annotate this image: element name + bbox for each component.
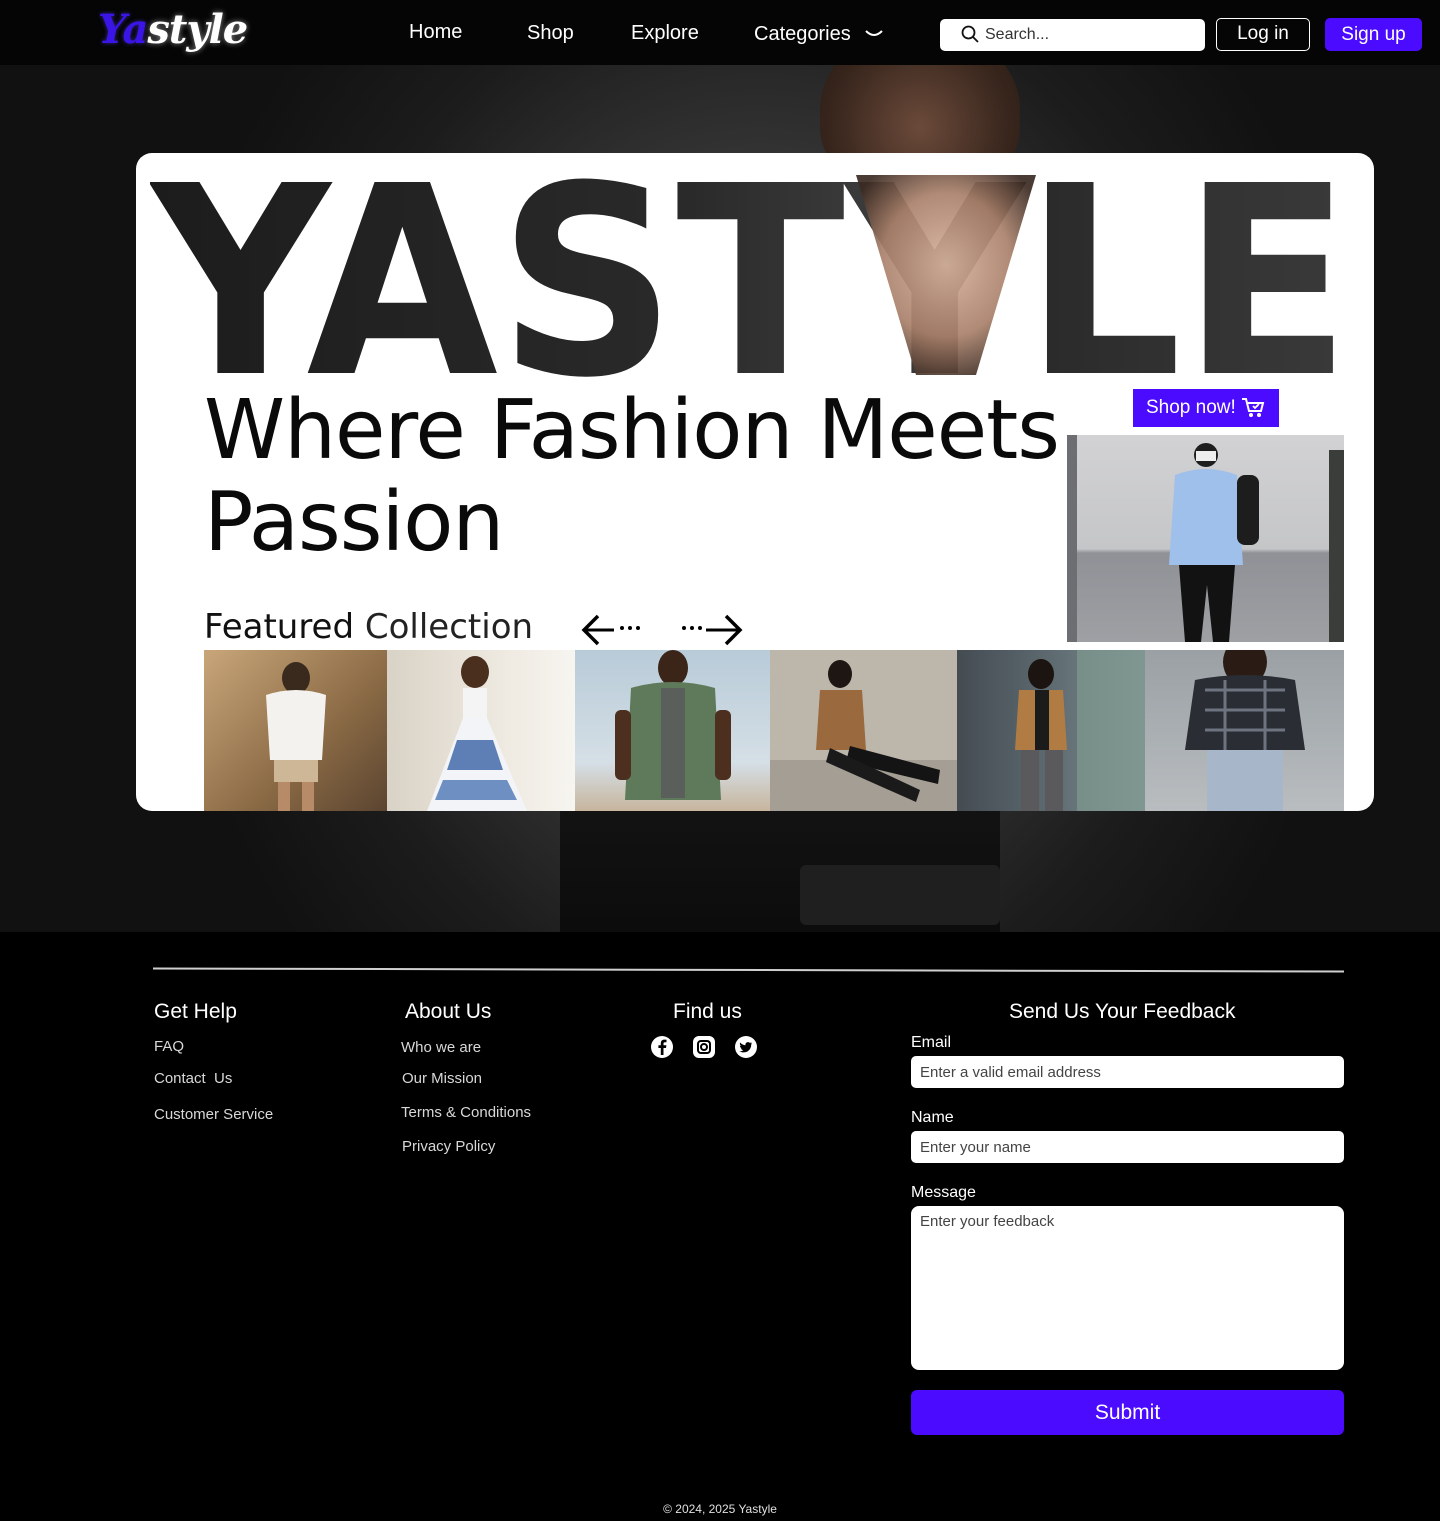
carousel-next-arrow-icon[interactable]: [680, 613, 744, 647]
instagram-icon[interactable]: [692, 1035, 716, 1059]
featured-collection-title: Featured Collection: [204, 607, 533, 647]
email-label: Email: [911, 1034, 952, 1051]
nav-explore[interactable]: Explore: [631, 22, 699, 45]
message-label: Message: [911, 1184, 976, 1201]
login-button[interactable]: Log in: [1216, 18, 1310, 51]
footer-divider: [152, 967, 1345, 973]
hero-big-word-text: YASTYLE: [150, 173, 1351, 377]
shop-now-button[interactable]: Shop now!: [1133, 389, 1279, 427]
search-icon: [961, 25, 979, 43]
get-help-heading: Get Help: [154, 1000, 237, 1023]
link-faq[interactable]: FAQ: [154, 1038, 184, 1055]
logo-accent-text: Ya: [98, 6, 148, 53]
copyright-text: © 2024, 2025 Yastyle: [663, 1502, 777, 1516]
nav-categories[interactable]: Categories: [754, 23, 851, 46]
submit-button[interactable]: Submit: [911, 1390, 1344, 1435]
message-field[interactable]: [911, 1206, 1344, 1370]
thumb-man-brown-jacket[interactable]: [770, 650, 957, 811]
featured-word: Featured: [204, 607, 355, 647]
nav-shop[interactable]: Shop: [527, 22, 574, 45]
name-field[interactable]: [911, 1131, 1344, 1163]
facebook-icon[interactable]: [650, 1035, 674, 1059]
search-input[interactable]: [985, 23, 1195, 47]
thumb-man-green-shirt[interactable]: [575, 650, 770, 811]
link-who-we-are[interactable]: Who we are: [401, 1039, 481, 1056]
about-us-heading: About Us: [405, 1000, 492, 1023]
search-box[interactable]: [940, 19, 1205, 51]
email-field[interactable]: [911, 1056, 1344, 1088]
nav-home[interactable]: Home: [409, 21, 462, 44]
thumb-woman-plaid-shirt[interactable]: [1145, 650, 1344, 811]
hero-big-word: YASTYLE: [150, 173, 1351, 377]
thumb-man-tan-jacket[interactable]: [957, 650, 1145, 811]
featured-thumbnails: [204, 650, 1344, 811]
cart-icon: [1242, 398, 1265, 417]
site-footer: Get Help FAQ Contact Us Customer Service…: [0, 932, 1440, 1521]
hero-card: YASTYLE Where Fashion Meets Passion Shop…: [136, 153, 1374, 811]
chevron-down-icon[interactable]: [864, 27, 884, 41]
featured-model-photo: [1067, 435, 1344, 642]
twitter-icon[interactable]: [734, 1035, 758, 1059]
hero-section: YASTYLE Where Fashion Meets Passion Shop…: [0, 65, 1440, 932]
carousel-prev-arrow-icon[interactable]: [580, 613, 644, 647]
link-customer-service[interactable]: Customer Service: [154, 1106, 273, 1123]
find-us-heading: Find us: [673, 1000, 742, 1023]
shop-now-label: Shop now!: [1146, 397, 1236, 418]
thumb-woman-white-blouse[interactable]: [204, 650, 387, 811]
top-navbar: Yastyle Home Shop Explore Categories Log…: [0, 0, 1440, 65]
logo-text: style: [147, 6, 248, 53]
name-label: Name: [911, 1109, 954, 1126]
hero-tagline: Where Fashion Meets Passion: [204, 383, 1060, 570]
link-privacy[interactable]: Privacy Policy: [402, 1138, 495, 1155]
link-our-mission[interactable]: Our Mission: [402, 1070, 482, 1087]
signup-button[interactable]: Sign up: [1325, 18, 1422, 51]
hero-model-belt: [800, 865, 1000, 925]
feedback-heading: Send Us Your Feedback: [1009, 1000, 1236, 1023]
thumb-woman-blue-dress[interactable]: [387, 650, 575, 811]
link-contact-us[interactable]: Contact Us: [154, 1070, 232, 1087]
brand-logo[interactable]: Yastyle: [98, 6, 248, 53]
collection-word: Collection: [364, 607, 534, 647]
link-terms[interactable]: Terms & Conditions: [401, 1104, 531, 1121]
